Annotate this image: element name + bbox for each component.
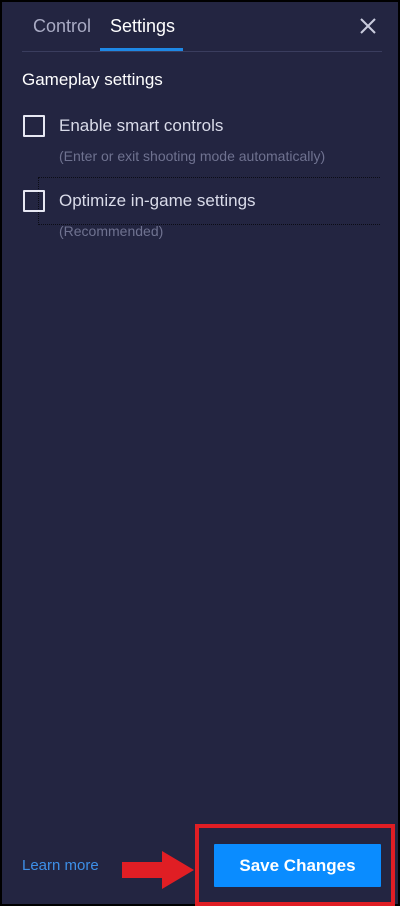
close-icon[interactable] xyxy=(358,16,378,36)
red-arrow-icon xyxy=(122,851,194,889)
smart-controls-label[interactable]: Enable smart controls xyxy=(59,116,223,136)
optimize-settings-checkbox[interactable] xyxy=(23,190,45,212)
tab-settings[interactable]: Settings xyxy=(110,16,175,37)
tab-control[interactable]: Control xyxy=(33,16,91,37)
section-title: Gameplay settings xyxy=(22,70,163,89)
tab-bar: Control Settings xyxy=(22,2,382,52)
save-changes-button[interactable]: Save Changes xyxy=(214,844,381,887)
smart-controls-checkbox[interactable] xyxy=(23,115,45,137)
optimize-settings-description: (Recommended) xyxy=(59,223,164,239)
active-tab-indicator xyxy=(100,48,183,51)
smart-controls-description: (Enter or exit shooting mode automatical… xyxy=(59,148,326,164)
optimize-settings-label[interactable]: Optimize in-game settings xyxy=(59,191,256,211)
settings-panel: Control Settings Gameplay settings Enabl… xyxy=(2,2,398,906)
learn-more-link[interactable]: Learn more xyxy=(22,857,99,874)
